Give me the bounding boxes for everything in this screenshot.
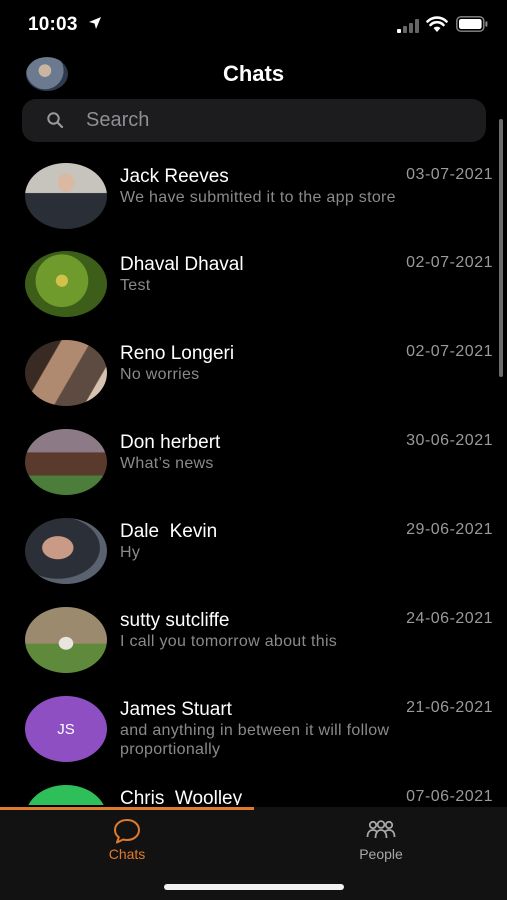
chat-last-message: We have submitted it to the app store xyxy=(120,189,396,206)
chat-last-message: I call you tomorrow about this xyxy=(120,633,338,650)
status-time: 10:03 xyxy=(28,14,78,35)
avatar xyxy=(25,251,107,317)
location-arrow-icon xyxy=(89,17,101,29)
chat-list-item[interactable]: Don herbert 30-06-2021 What’s news xyxy=(0,416,507,504)
chat-name: James Stuart xyxy=(120,699,232,720)
chat-last-message: Hy xyxy=(120,544,141,561)
cellular-signal-icon xyxy=(397,19,419,33)
tab-people[interactable]: People xyxy=(254,807,507,877)
chat-list-item[interactable]: Dhaval Dhaval 02-07-2021 Test xyxy=(0,238,507,326)
chat-list[interactable]: Jack Reeves 03-07-2021 We have submitted… xyxy=(0,150,507,805)
chat-date: 07-06-2021 xyxy=(406,788,493,805)
search-bar[interactable] xyxy=(22,99,486,142)
chat-last-message: Test xyxy=(120,277,151,294)
chat-date: 02-07-2021 xyxy=(406,343,493,360)
chat-date: 21-06-2021 xyxy=(406,699,493,716)
chat-name: Dale Kevin xyxy=(120,521,218,542)
avatar xyxy=(25,785,107,805)
chat-date: 24-06-2021 xyxy=(406,610,493,627)
status-bar: 10:03 xyxy=(0,0,507,50)
avatar-initials: JS xyxy=(25,696,107,762)
chat-name: Dhaval Dhaval xyxy=(120,254,244,275)
home-indicator xyxy=(164,884,344,890)
chat-last-message: and anything in between it will follow p… xyxy=(120,722,390,758)
chat-list-item[interactable]: sutty sutcliffe 24-06-2021 I call you to… xyxy=(0,594,507,682)
avatar xyxy=(25,163,107,229)
chat-bubble-icon xyxy=(114,819,140,844)
chat-date: 29-06-2021 xyxy=(406,521,493,538)
chat-name: Chris Woolley xyxy=(120,788,243,805)
search-input[interactable] xyxy=(86,99,466,142)
chat-name: Reno Longeri xyxy=(120,343,235,364)
wifi-icon xyxy=(426,16,448,32)
avatar xyxy=(25,607,107,673)
chat-list-item[interactable]: Chris Woolley 07-06-2021 xyxy=(0,772,507,805)
chat-date: 03-07-2021 xyxy=(406,166,493,183)
chat-list-item[interactable]: JS James Stuart 21-06-2021 and anything … xyxy=(0,683,507,771)
chat-date: 30-06-2021 xyxy=(406,432,493,449)
avatar xyxy=(25,340,107,406)
tab-people-label: People xyxy=(359,846,403,862)
page-title: Chats xyxy=(222,61,285,86)
chat-last-message: No worries xyxy=(120,366,200,383)
avatar xyxy=(25,518,107,584)
tab-chats-label: Chats xyxy=(108,846,146,862)
scrollbar[interactable] xyxy=(499,119,503,377)
chat-list-item[interactable]: Dale Kevin 29-06-2021 Hy xyxy=(0,505,507,593)
people-icon xyxy=(366,820,396,839)
chat-last-message: What’s news xyxy=(120,455,214,472)
avatar xyxy=(25,429,107,495)
chat-date: 02-07-2021 xyxy=(406,254,493,271)
tab-chats[interactable]: Chats xyxy=(0,807,254,877)
chat-name: sutty sutcliffe xyxy=(120,610,230,631)
chat-name: Jack Reeves xyxy=(120,166,229,187)
chat-list-item[interactable]: Reno Longeri 02-07-2021 No worries xyxy=(0,327,507,415)
chat-name: Don herbert xyxy=(120,432,221,453)
chat-list-item[interactable]: Jack Reeves 03-07-2021 We have submitted… xyxy=(0,150,507,238)
battery-icon xyxy=(456,16,488,32)
search-icon xyxy=(47,112,64,129)
